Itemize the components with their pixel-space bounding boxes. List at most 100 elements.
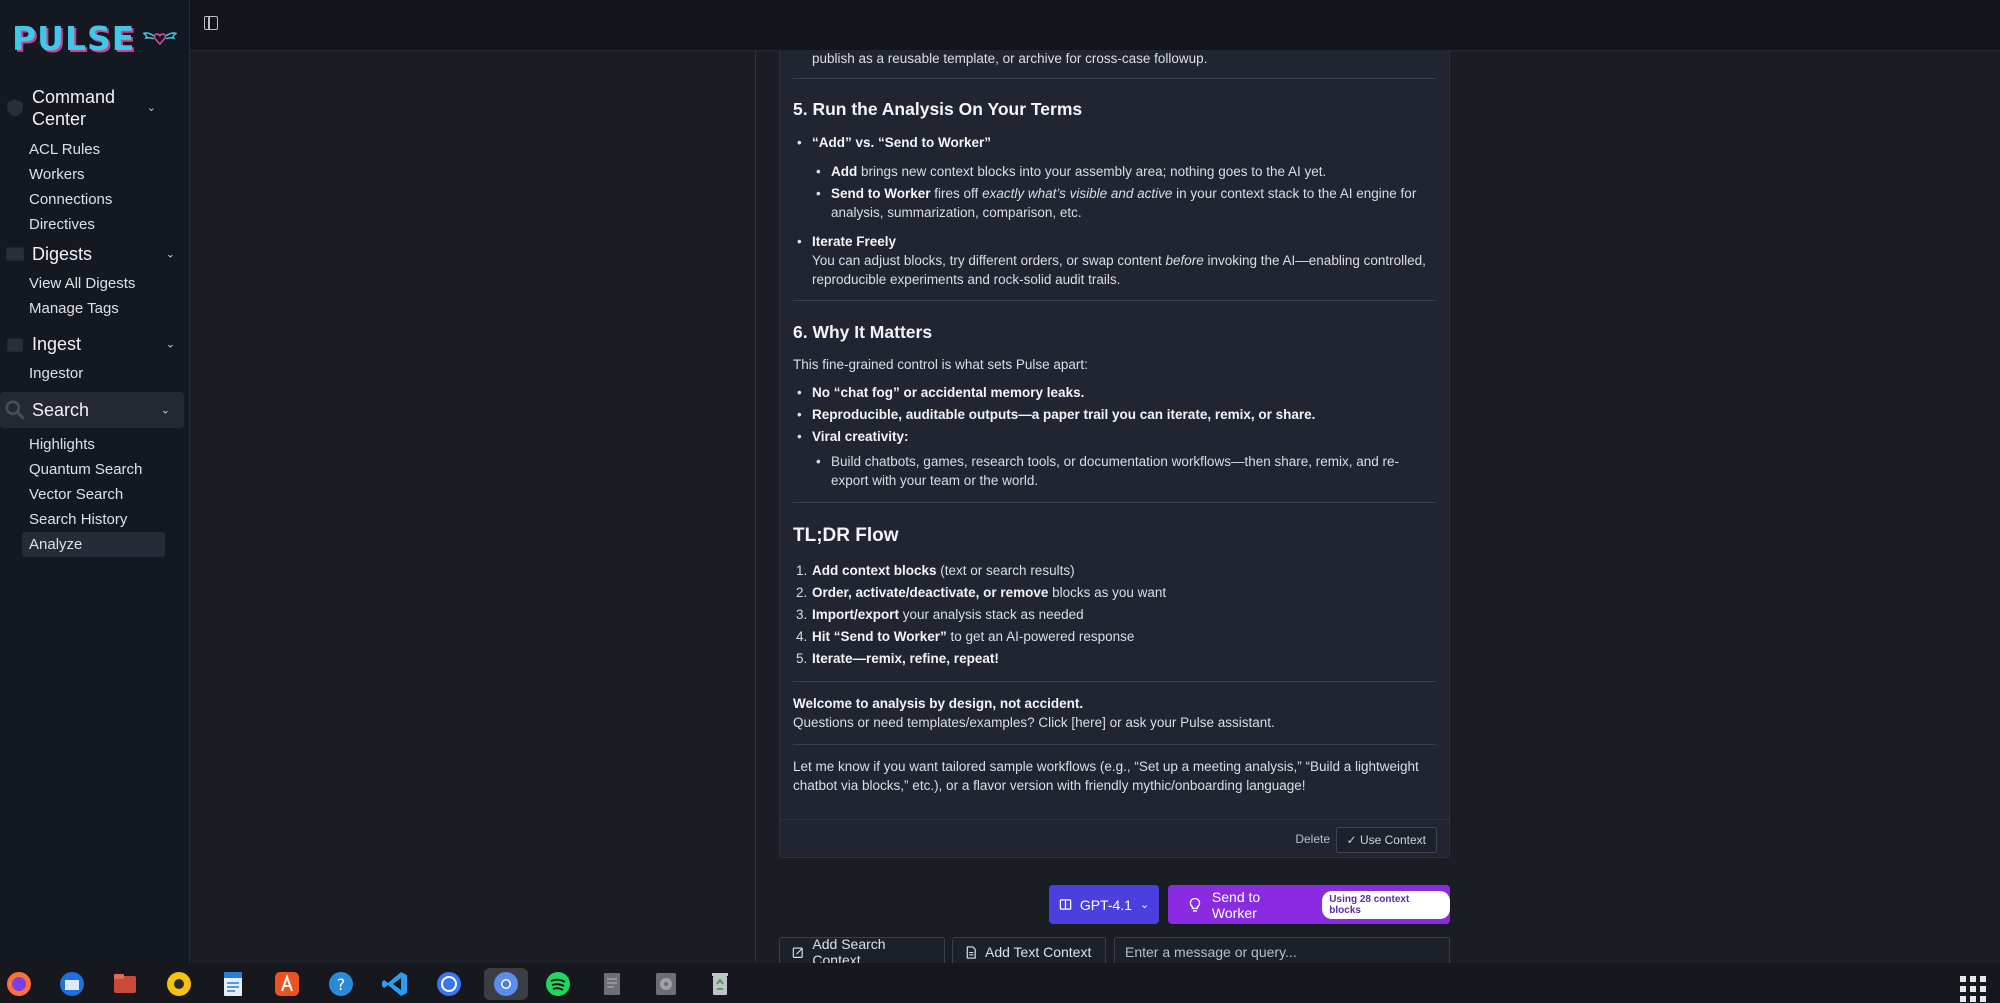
intro-tail-text: publish as a reusable template, or archi… xyxy=(812,51,1208,66)
bullet-reproducible: Reproducible, auditable outputs—a paper … xyxy=(793,405,1436,424)
digest-icon xyxy=(6,247,24,261)
pulse-logo[interactable]: PULSE xyxy=(0,0,189,58)
nav-group-label: Search xyxy=(32,399,90,420)
logo-text: PULSE xyxy=(12,18,136,58)
sidebar-item-ingestor[interactable]: Ingestor xyxy=(0,361,189,386)
sidebar-item-search-history[interactable]: Search History xyxy=(0,507,189,532)
signal-icon[interactable] xyxy=(432,968,466,1000)
send-to-worker-button[interactable]: Send to Worker Using 28 context blocks xyxy=(1168,885,1450,924)
shield-icon xyxy=(7,99,23,117)
bullet-send: Send to Worker fires off exactly what’s … xyxy=(793,184,1436,203)
bullet-no-chat-fog: No “chat fog” or accidental memory leaks… xyxy=(793,383,1436,402)
topbar xyxy=(190,0,2000,51)
tldr-step: 1. Add context blocks (text or search res… xyxy=(796,563,1075,578)
closing-text-cont: chatbot via blocks,” etc.), or a flavor … xyxy=(793,778,1306,793)
files-icon[interactable] xyxy=(108,968,142,1000)
edit-icon xyxy=(792,946,803,958)
check-icon: ✓ xyxy=(1346,833,1360,847)
ingest-icon xyxy=(7,338,23,352)
app-center-icon[interactable] xyxy=(270,968,304,1000)
chevron-down-icon: ⌄ xyxy=(1139,899,1150,911)
rhythmbox-icon[interactable] xyxy=(162,968,196,1000)
divider xyxy=(793,78,1436,79)
sidebar-item-manage-tags[interactable]: Manage Tags xyxy=(0,296,189,321)
model-select-button[interactable]: GPT-4.1 ⌄ xyxy=(1049,885,1159,924)
nav-group-label: Ingest xyxy=(32,333,82,354)
sidebar-item-highlights[interactable]: Highlights xyxy=(0,432,189,457)
trash-icon[interactable] xyxy=(703,968,737,1000)
nav-group-label: Digests xyxy=(32,243,93,264)
sidebar-item-quantum-search[interactable]: Quantum Search xyxy=(0,457,189,482)
analysis-response-card: publish as a reusable template, or archi… xyxy=(779,51,1450,858)
sidebar-item-acl-rules[interactable]: ACL Rules xyxy=(0,137,189,162)
divider xyxy=(793,744,1436,745)
nav-group-search[interactable]: Search ⌄ xyxy=(0,392,184,428)
spotify-icon[interactable] xyxy=(541,968,575,1000)
bullet-build: Build chatbots, games, research tools, o… xyxy=(793,452,1436,471)
iterate-text: You can adjust blocks, try different ord… xyxy=(812,253,1426,268)
divider xyxy=(793,300,1436,301)
winged-heart-icon xyxy=(143,32,177,46)
bullet-viral: Viral creativity: xyxy=(793,427,1436,446)
svg-text:?: ? xyxy=(337,975,346,994)
show-apps-icon[interactable] xyxy=(1960,976,1986,1002)
send-label: Send to Worker xyxy=(1211,888,1261,921)
context-count-badge: Using 28 context blocks xyxy=(1322,890,1450,919)
section-6-heading: 6. Why It Matters xyxy=(793,322,933,342)
sidebar-nav: Command Center ⌄ ACL Rules Workers Conne… xyxy=(0,58,189,557)
section-5-heading: 5. Run the Analysis On Your Terms xyxy=(793,99,1083,119)
sidebar-item-workers[interactable]: Workers xyxy=(0,162,189,187)
add-text-label: Add Text Context xyxy=(985,944,1092,960)
section-6-intro: This fine-grained control is what sets P… xyxy=(793,357,1088,372)
chevron-down-icon: ⌄ xyxy=(165,338,175,351)
nav-group-ingest[interactable]: Ingest ⌄ xyxy=(0,329,189,359)
sidebar-item-directives[interactable]: Directives xyxy=(0,212,189,237)
chevron-down-icon: ⌄ xyxy=(165,248,175,261)
vscode-icon[interactable] xyxy=(378,968,412,1000)
tldr-step: 2. Order, activate/deactivate, or remove … xyxy=(796,585,1167,600)
dock: ? xyxy=(0,963,2000,1003)
sidebar: PULSE Command Center ⌄ ACL Rules Workers… xyxy=(0,0,190,963)
writer-icon[interactable] xyxy=(216,968,250,1000)
sidebar-item-view-all-digests[interactable]: View All Digests xyxy=(0,271,189,296)
search-icon xyxy=(5,400,25,420)
welcome-text: Questions or need templates/examples? Cl… xyxy=(793,715,1275,730)
firefox-icon[interactable] xyxy=(2,968,36,1000)
tldr-step: 3. Import/export your analysis stack as n… xyxy=(796,607,1084,622)
sidebar-toggle-icon[interactable] xyxy=(204,16,218,30)
lightbulb-icon xyxy=(1189,897,1201,912)
chromium-icon[interactable] xyxy=(484,968,528,1000)
closing-text: Let me know if you want tailored sample … xyxy=(793,759,1419,774)
bullet-add-vs-send: “Add” vs. “Send to Worker” xyxy=(793,133,1436,152)
model-label: GPT-4.1 xyxy=(1079,896,1132,913)
content-divider xyxy=(755,51,756,963)
welcome-heading: Welcome to analysis by design, not accid… xyxy=(793,696,1084,711)
delete-button[interactable]: Delete xyxy=(1295,832,1330,846)
tldr-step: 4. Hit “Send to Worker” to get an AI-powe… xyxy=(796,629,1135,644)
iterate-text-cont: reproducible experiments and rock-solid … xyxy=(812,272,1121,287)
bullet-build-cont: export with your team or the world. xyxy=(831,473,1039,488)
help-icon[interactable]: ? xyxy=(324,968,358,1000)
tldr-heading: TL;DR Flow xyxy=(793,525,899,546)
nav-group-command-center[interactable]: Command Center ⌄ xyxy=(0,86,170,130)
bullet-iterate: Iterate Freely xyxy=(793,232,1436,251)
chevron-down-icon: ⌄ xyxy=(146,102,156,114)
book-icon xyxy=(1059,899,1072,910)
nav-group-label: Command Center xyxy=(32,87,116,129)
card-footer: Delete ✓ Use Context xyxy=(780,819,1449,857)
sidebar-item-connections[interactable]: Connections xyxy=(0,187,189,212)
bullet-send-cont: analysis, summarization, comparison, etc… xyxy=(831,205,1082,220)
sidebar-item-analyze[interactable]: Analyze xyxy=(22,532,165,557)
chevron-down-icon: ⌄ xyxy=(160,404,170,417)
thunderbird-icon[interactable] xyxy=(55,968,89,1000)
nav-group-digests[interactable]: Digests ⌄ xyxy=(0,239,189,269)
use-context-button[interactable]: ✓ Use Context xyxy=(1335,827,1437,853)
divider xyxy=(793,502,1436,503)
tldr-step: 5. Iterate—remix, refine, repeat! xyxy=(796,651,999,666)
disk-icon[interactable] xyxy=(649,968,683,1000)
bullet-add: Add brings new context blocks into your … xyxy=(793,162,1436,181)
text-editor-icon[interactable] xyxy=(595,968,629,1000)
document-icon xyxy=(966,945,976,959)
divider xyxy=(793,681,1436,682)
sidebar-item-vector-search[interactable]: Vector Search xyxy=(0,482,189,507)
